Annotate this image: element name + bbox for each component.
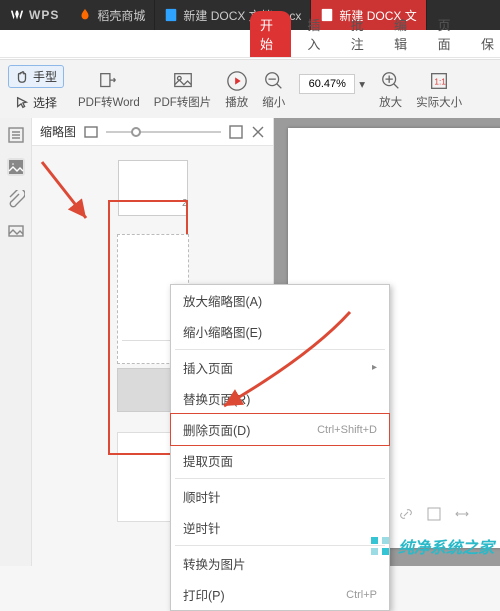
play-label: 播放 [225,94,248,110]
zoom-out[interactable]: 缩小 [262,70,285,110]
wps-logo-icon [10,8,24,22]
thumbnail-title: 缩略图 [40,123,76,140]
tab-mall[interactable]: 稻壳商城 [69,0,155,30]
submenu-arrow-icon: ▸ [372,362,377,373]
attachment-icon[interactable] [7,190,25,208]
tab-edit[interactable]: 编辑 [388,11,421,57]
ctx-ccw-label: 逆时针 [183,518,221,537]
zoom-value-group: ▾ [299,74,365,106]
ctx-delete-shortcut: Ctrl+Shift+D [317,424,377,436]
hand-mode-label: 手型 [33,68,57,85]
pdf2img-icon [172,70,194,92]
hand-icon [15,70,29,84]
ctx-rotate-cw[interactable]: 顺时针 [171,481,389,512]
actual-size-label: 实际大小 [416,94,462,110]
zoom-input[interactable] [299,74,355,94]
zoom-in[interactable]: 放大 [379,70,402,110]
app-brand: WPS [0,0,69,30]
ctx-cw-label: 顺时针 [183,487,221,506]
outline-icon[interactable] [7,126,25,144]
pointer-modes: 手型 选择 [8,65,64,114]
ribbon-tabs: 开始 插入 批注 编辑 页面 保 [0,30,500,58]
ctx-to-image[interactable]: 转换为图片 [171,548,389,579]
ctx-rotate-ccw[interactable]: 逆时针 [171,512,389,543]
tab-review[interactable]: 批注 [345,11,378,57]
thumb-size-slider[interactable] [106,131,221,133]
thumbnails-icon[interactable] [7,158,25,176]
play-button[interactable]: 播放 [225,70,248,110]
slider-knob[interactable] [131,127,141,137]
tab-page[interactable]: 页面 [432,11,465,57]
ctx-print[interactable]: 打印(P) Ctrl+P [171,579,389,610]
pdf-to-word-label: PDF转Word [78,94,140,110]
svg-text:1:1: 1:1 [434,77,446,86]
separator [175,545,385,546]
annotation-arrow-1 [38,158,98,238]
ctx-delete-label: 删除页面(D) [183,420,250,439]
ctx-toimg-label: 转换为图片 [183,554,246,573]
tab-mall-label: 稻壳商城 [97,7,145,24]
picture-icon[interactable] [7,222,25,240]
flame-icon [78,8,92,22]
zoom-chevron-icon[interactable]: ▾ [359,77,365,91]
zoom-in-label: 放大 [379,94,402,110]
cursor-icon [15,96,29,110]
tab-insert[interactable]: 插入 [301,11,334,57]
ctx-extract-label: 提取页面 [183,451,233,470]
ribbon-toolbar: 手型 选择 PDF转Word PDF转图片 播放 缩小 ▾ 放大 1:1 实际大… [0,60,500,120]
docx-icon [164,8,178,22]
fit-width-icon[interactable] [454,506,470,522]
close-icon[interactable] [251,125,265,139]
picture-large-icon[interactable] [229,125,243,139]
pdf-to-word[interactable]: PDF转Word [78,70,140,110]
hand-mode[interactable]: 手型 [8,65,64,88]
pdf-to-image[interactable]: PDF转图片 [154,70,212,110]
ctx-delete-page[interactable]: 删除页面(D) Ctrl+Shift+D [170,413,390,446]
zoom-spacer [331,94,334,106]
tab-start[interactable]: 开始 [250,11,291,57]
annotation-arrow-2 [210,306,360,416]
thumbnail-header: 缩略图 [32,118,273,146]
actual-size[interactable]: 1:1 实际大小 [416,70,462,110]
navigator-icon[interactable] [426,506,442,522]
ctx-print-shortcut: Ctrl+P [346,589,377,601]
watermark: 纯净系统之家 [368,534,494,558]
pdf2word-icon [98,70,120,92]
link-icon[interactable] [398,506,414,522]
tab-protect[interactable]: 保 [475,30,500,57]
zoom-in-icon [380,70,402,92]
ctx-print-label: 打印(P) [183,585,225,604]
ctx-extract-page[interactable]: 提取页面 [171,445,389,476]
watermark-text: 纯净系统之家 [398,534,494,558]
picture-small-icon[interactable] [84,125,98,139]
status-icons [398,506,470,522]
app-name: WPS [29,8,59,22]
actual-size-icon: 1:1 [428,70,450,92]
watermark-logo-icon [368,534,392,558]
play-icon [226,70,248,92]
separator [175,478,385,479]
select-mode-label: 选择 [33,94,57,111]
zoom-out-icon [263,70,285,92]
side-nav [0,118,32,566]
pdf-to-image-label: PDF转图片 [154,94,212,110]
select-mode[interactable]: 选择 [8,91,64,114]
zoom-out-label: 缩小 [262,94,285,110]
